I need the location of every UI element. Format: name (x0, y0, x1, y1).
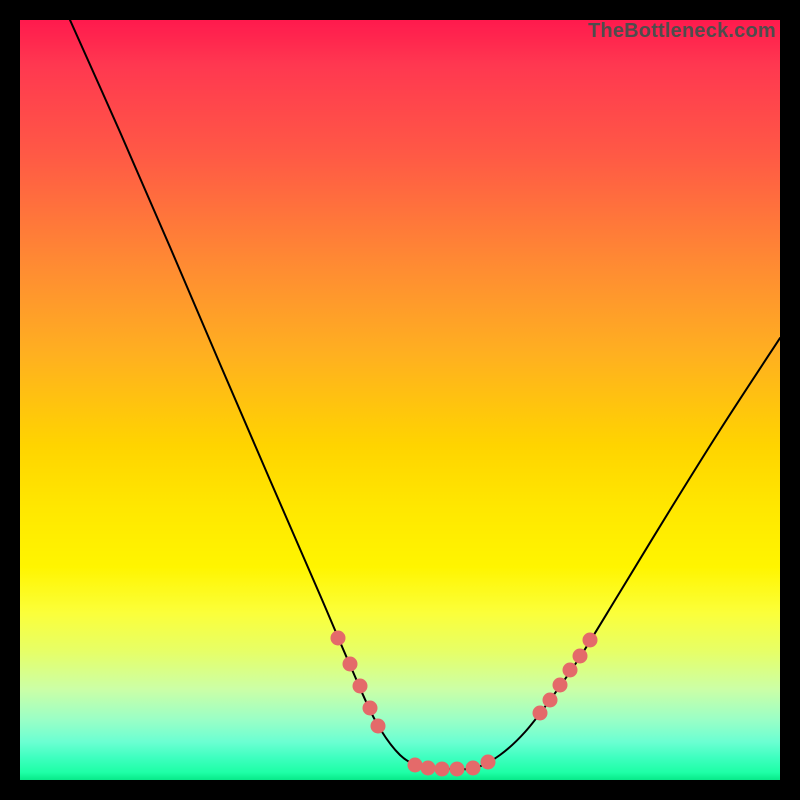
curve-marker (371, 719, 386, 734)
curve-marker (450, 762, 465, 777)
curve-marker (421, 761, 436, 776)
chart-plot-area (20, 20, 780, 780)
curve-marker (543, 693, 558, 708)
curve-marker (533, 706, 548, 721)
curve-marker (563, 663, 578, 678)
bottleneck-curve (70, 20, 780, 769)
curve-marker (363, 701, 378, 716)
curve-marker (481, 755, 496, 770)
curve-marker (553, 678, 568, 693)
curve-marker-group (331, 631, 598, 777)
curve-marker (435, 762, 450, 777)
curve-marker (343, 657, 358, 672)
curve-marker (353, 679, 368, 694)
watermark-text: TheBottleneck.com (588, 20, 776, 43)
curve-marker (583, 633, 598, 648)
chart-frame: TheBottleneck.com (0, 0, 800, 800)
curve-marker (573, 649, 588, 664)
curve-marker (408, 758, 423, 773)
curve-marker (331, 631, 346, 646)
curve-marker (466, 761, 481, 776)
chart-svg (20, 20, 780, 780)
